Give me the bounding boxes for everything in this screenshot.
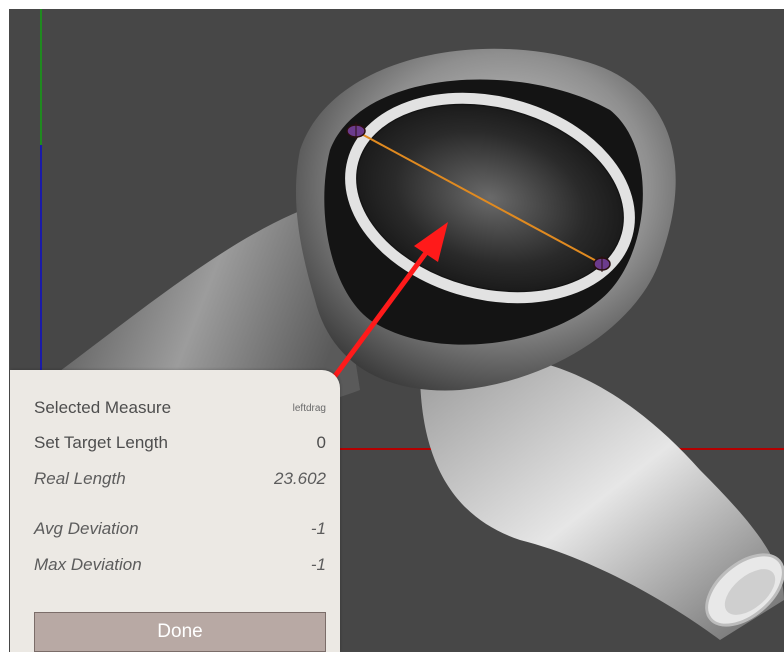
selected-measure-row[interactable]: Selected Measure leftdrag: [34, 398, 326, 418]
set-target-length-value[interactable]: 0: [317, 433, 326, 453]
selected-measure-value[interactable]: leftdrag: [293, 403, 326, 414]
avg-deviation-label: Avg Deviation: [34, 519, 139, 538]
measure-panel: Selected Measure leftdrag Set Target Len…: [10, 370, 340, 652]
real-length-row: Real Length 23.602: [34, 469, 326, 489]
selected-measure-label: Selected Measure: [34, 398, 172, 417]
max-deviation-value: -1: [310, 555, 326, 574]
max-deviation-row: Max Deviation -1: [34, 555, 326, 575]
set-target-length-row[interactable]: Set Target Length 0: [34, 433, 326, 453]
set-target-length-label: Set Target Length: [34, 433, 168, 452]
real-length-label: Real Length: [34, 469, 126, 488]
real-length-value: 23.602: [274, 469, 326, 488]
max-deviation-label: Max Deviation: [34, 555, 142, 574]
avg-deviation-row: Avg Deviation -1: [34, 519, 326, 539]
avg-deviation-value: -1: [310, 519, 326, 538]
done-button[interactable]: Done: [34, 612, 326, 652]
